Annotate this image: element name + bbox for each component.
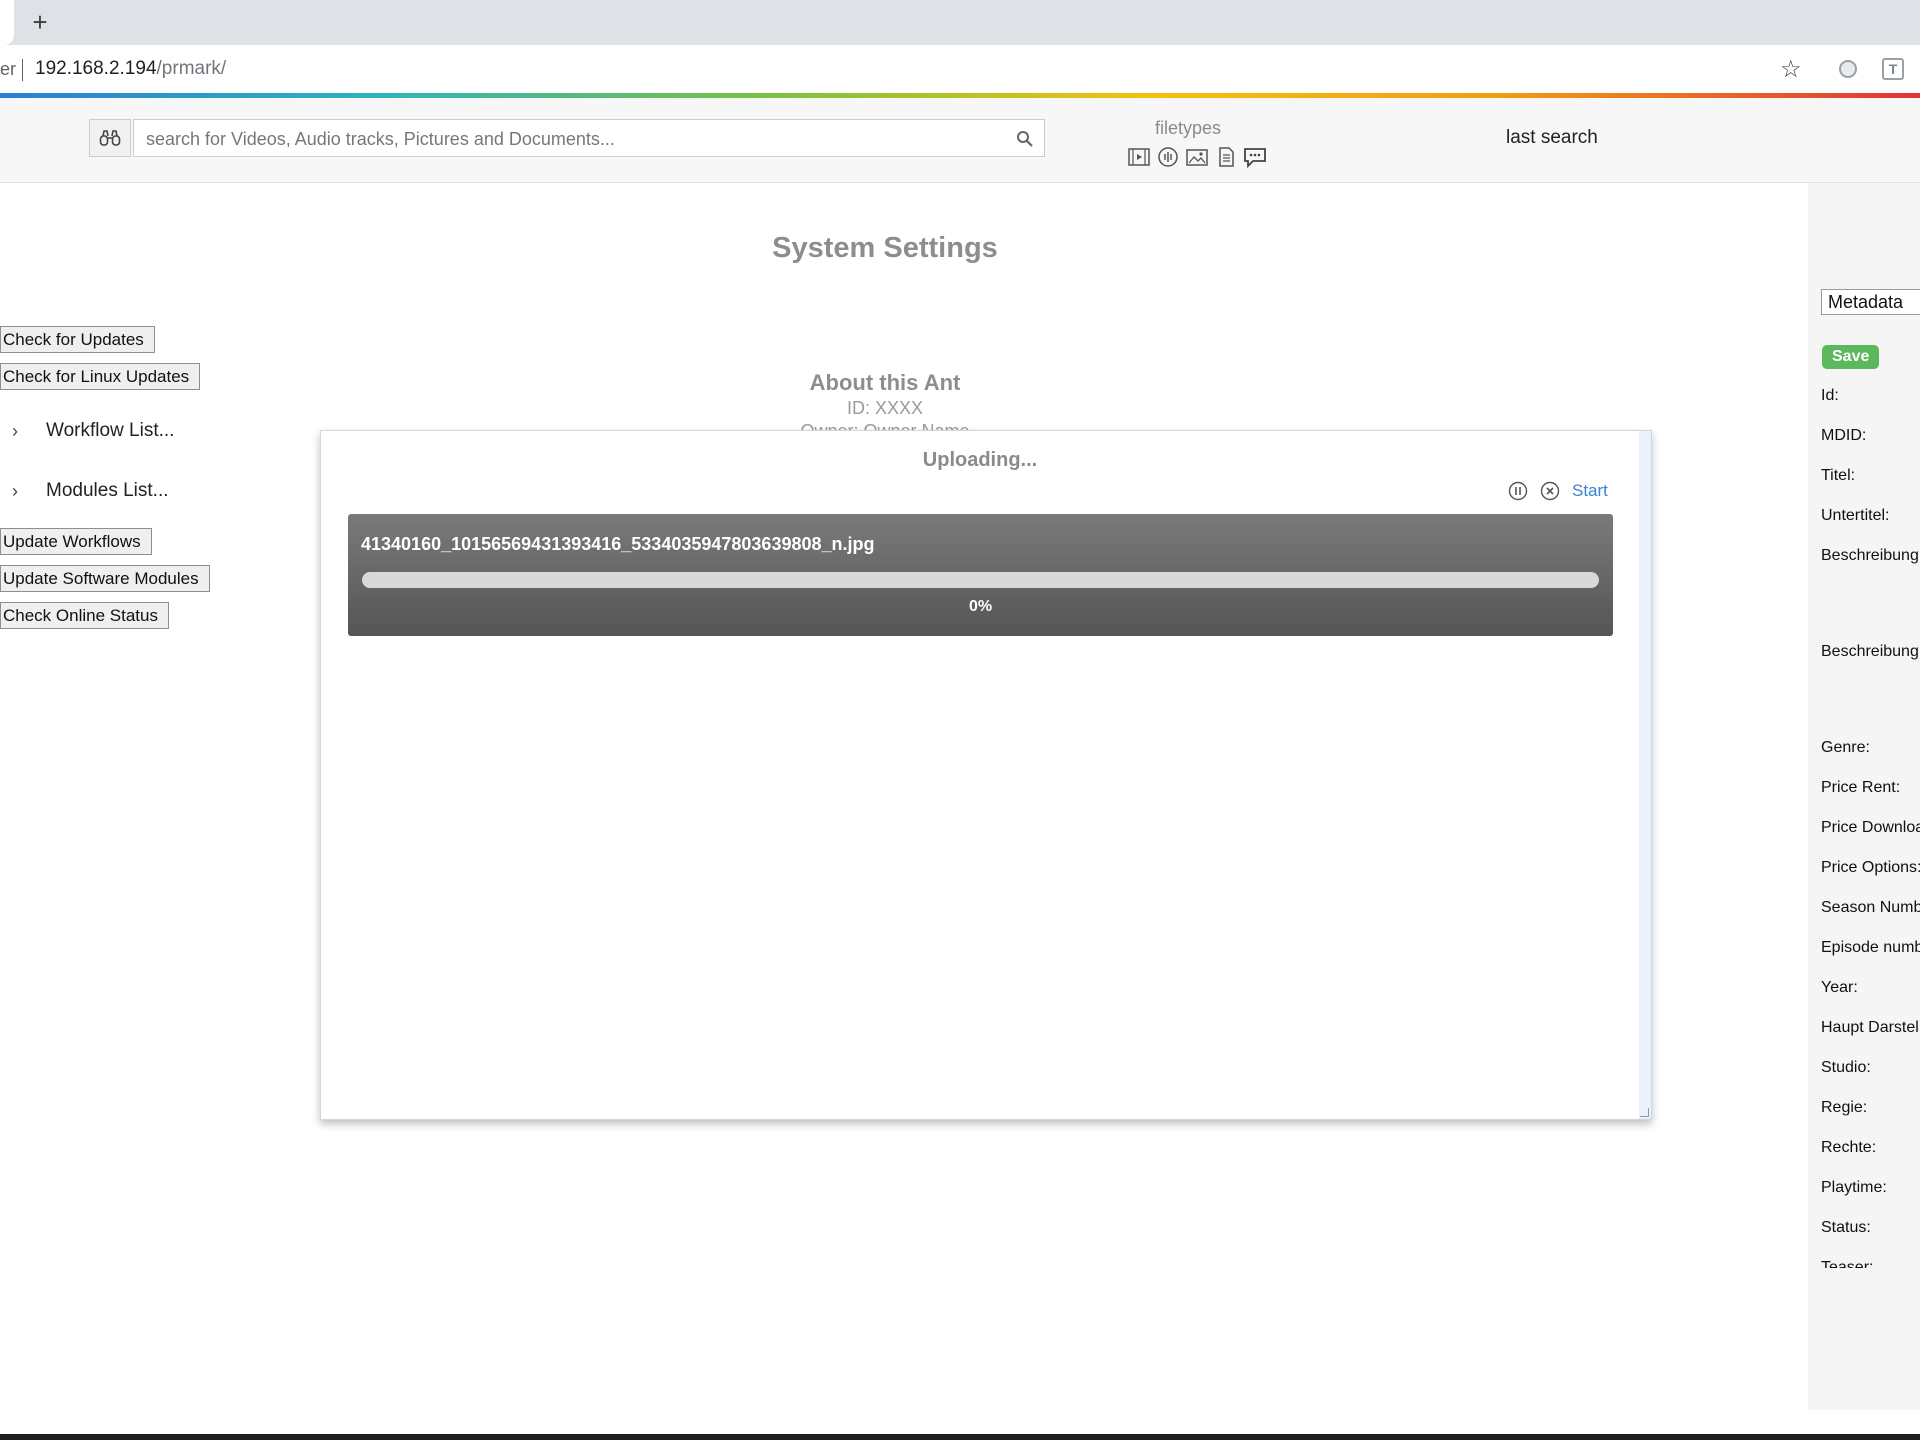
address-bar[interactable]: 192.168.2.194/prmark/ — [35, 58, 226, 80]
active-tab-edge[interactable] — [0, 0, 14, 45]
upload-file-name: 41340160_10156569431393416_5334035947803… — [361, 534, 875, 554]
check-updates-button[interactable]: Check for Updates — [0, 326, 155, 353]
metadata-field-label: Regie: — [1821, 1099, 1868, 1116]
workflow-list-expander[interactable]: › Workflow List... — [12, 417, 174, 445]
metadata-field-label: Id: — [1821, 387, 1839, 404]
audio-icon[interactable] — [1156, 146, 1180, 168]
video-icon[interactable] — [1127, 146, 1151, 168]
toolbar-fragment-text: er — [0, 59, 17, 79]
browser-tab-strip: + — [0, 0, 1920, 45]
cancel-icon[interactable] — [1540, 481, 1560, 501]
comment-icon[interactable] — [1243, 146, 1267, 168]
browser-toolbar: er 192.168.2.194/prmark/ ☆ T — [0, 45, 1920, 93]
update-workflows-button[interactable]: Update Workflows — [0, 528, 152, 555]
upload-dialog-title: Uploading... — [922, 449, 1038, 471]
metadata-field-label: Beschreibung — [1821, 547, 1919, 564]
filetype-filter-icons — [1127, 146, 1267, 168]
binoculars-icon — [99, 130, 121, 146]
extension-circle-icon[interactable] — [1839, 60, 1857, 78]
metadata-select[interactable]: Metadata — [1821, 289, 1920, 315]
metadata-field-label: Titel: — [1821, 467, 1856, 484]
document-icon[interactable] — [1214, 146, 1238, 168]
search-box — [133, 119, 1045, 158]
metadata-panel: Metadata Save Id: MDID: Titel: Untertitel: B… — [1808, 183, 1920, 1410]
metadata-field-label: Rechte: — [1821, 1139, 1877, 1156]
about-id: ID: XXXX — [846, 398, 924, 418]
app-header: filetypes last search — [0, 98, 1920, 183]
metadata-field-label: Status: — [1821, 1219, 1871, 1236]
bookmark-star-icon[interactable]: ☆ — [1780, 55, 1802, 84]
url-separator — [22, 59, 23, 81]
extension-t-icon[interactable]: T — [1882, 58, 1904, 80]
metadata-field-label: Playtime: — [1821, 1179, 1887, 1196]
modules-list-expander[interactable]: › Modules List... — [12, 477, 169, 505]
start-upload-link[interactable]: Start — [1572, 481, 1608, 501]
metadata-field-label: Genre: — [1821, 739, 1870, 756]
modules-list-label: Modules List... — [46, 480, 169, 501]
metadata-field-label: Price Rent: — [1821, 779, 1901, 796]
about-title: About this Ant — [809, 370, 961, 395]
metadata-field-label: Beschreibung — [1821, 643, 1919, 660]
upload-item: 41340160_10156569431393416_5334035947803… — [348, 514, 1613, 636]
image-icon[interactable] — [1185, 146, 1209, 168]
metadata-field-label: Year: — [1821, 979, 1858, 996]
metadata-field-label: Season Numb — [1821, 899, 1920, 916]
save-button[interactable]: Save — [1822, 345, 1880, 369]
metadata-field-label: Haupt Darstel — [1821, 1019, 1919, 1036]
upload-progress-bar — [362, 572, 1599, 588]
dialog-resize-handle[interactable] — [1640, 1108, 1649, 1117]
filetypes-label: filetypes — [1155, 118, 1222, 138]
chevron-right-icon: › — [12, 420, 18, 441]
check-online-status-button[interactable]: Check Online Status — [0, 602, 169, 629]
new-tab-button[interactable]: + — [28, 9, 52, 35]
metadata-field-label: Price Downloa — [1821, 819, 1920, 836]
metadata-field-label: Teaser: — [1821, 1259, 1874, 1268]
url-path: /prmark/ — [156, 58, 227, 79]
search-icon[interactable] — [1016, 130, 1034, 148]
url-host: 192.168.2.194 — [35, 58, 157, 79]
search-input[interactable] — [144, 120, 1008, 158]
pause-icon[interactable] — [1508, 481, 1528, 501]
last-search-link[interactable]: last search — [1506, 127, 1598, 149]
workflow-list-label: Workflow List... — [46, 420, 175, 441]
metadata-field-label: MDID: — [1821, 427, 1867, 444]
chevron-right-icon: › — [12, 480, 18, 501]
metadata-field-label: Untertitel: — [1821, 507, 1890, 524]
metadata-field-label: Price Options: — [1821, 859, 1920, 876]
dialog-scrollbar[interactable] — [1639, 431, 1651, 1119]
binoculars-button[interactable] — [89, 119, 131, 157]
update-software-modules-button[interactable]: Update Software Modules — [0, 565, 210, 592]
upload-dialog: Uploading... Start 41340160_101565694313… — [320, 430, 1652, 1120]
page-title: System Settings — [772, 232, 998, 264]
bottom-edge — [0, 1434, 1920, 1440]
upload-progress-label: 0% — [968, 598, 993, 615]
metadata-field-label: Episode numb — [1821, 939, 1920, 956]
check-linux-updates-button[interactable]: Check for Linux Updates — [0, 363, 201, 390]
metadata-field-label: Studio: — [1821, 1059, 1871, 1076]
